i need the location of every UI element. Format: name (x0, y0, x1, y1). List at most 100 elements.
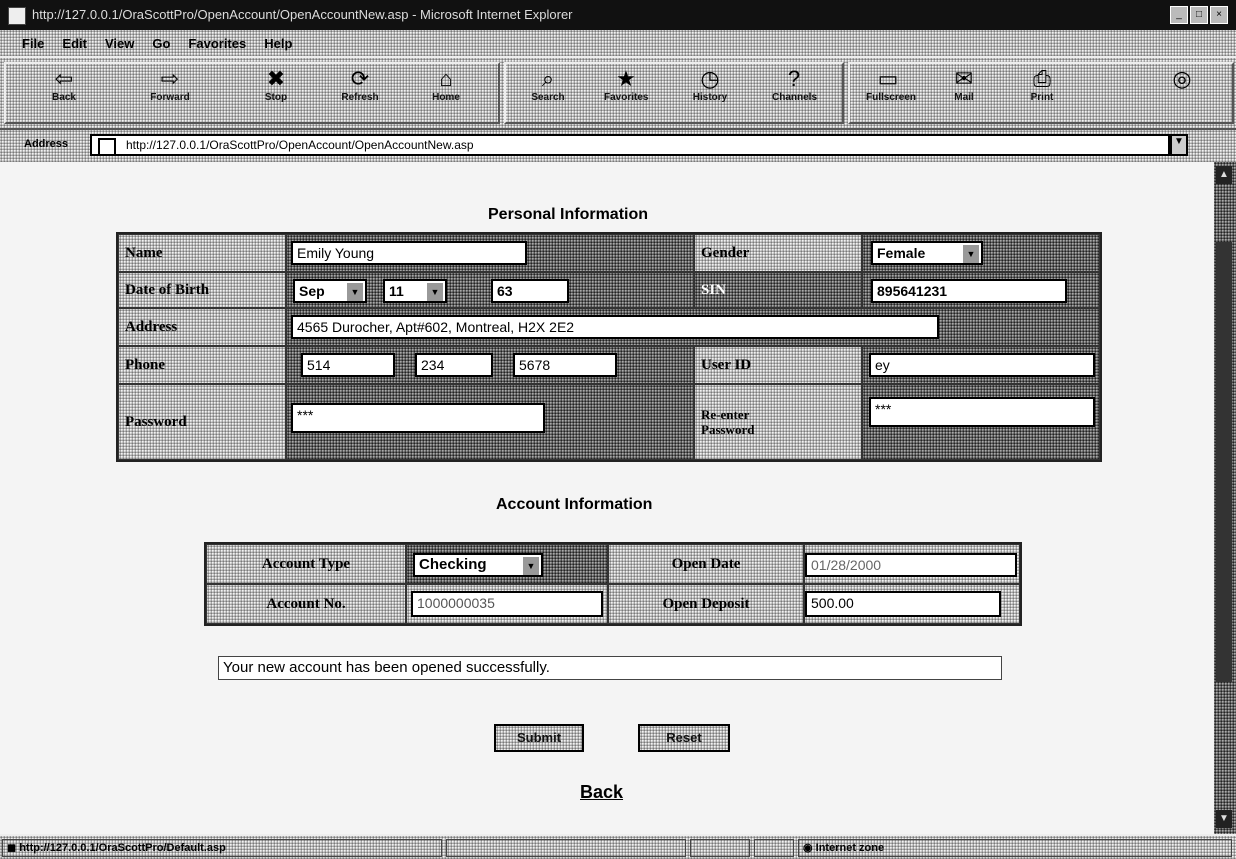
stop-button[interactable]: ✖ Stop (254, 66, 298, 114)
userid-label: User ID (694, 346, 862, 384)
status-zone: ◉ Internet zone (798, 839, 1232, 857)
address-field-label: Address (118, 308, 286, 346)
personal-info-title: Personal Information (488, 206, 649, 223)
print-button[interactable]: ⎙ Print (1020, 66, 1064, 114)
globe-icon: ◉ (803, 842, 816, 854)
account-type-select[interactable]: Checking ▼ (413, 553, 543, 577)
search-icon: ⌕ (541, 66, 555, 91)
refresh-button[interactable]: ⟳ Refresh (338, 66, 382, 114)
address-field-cell: 4565 Durocher, Apt#602, Montreal, H2X 2E… (286, 308, 1100, 346)
dob-year-input[interactable]: 63 (491, 279, 569, 303)
password-label: Password (118, 384, 286, 460)
home-button[interactable]: ⌂ Home (424, 66, 468, 114)
submit-button[interactable]: Submit (494, 724, 584, 752)
page-content: Personal Information Name Emily Young Ge… (0, 162, 1214, 834)
menu-view[interactable]: View (105, 36, 134, 51)
menu-file[interactable]: File (22, 36, 44, 51)
name-input[interactable]: Emily Young (291, 241, 527, 265)
window-title: http://127.0.0.1/OraScottPro/OpenAccount… (32, 7, 573, 22)
refresh-icon: ⟳ (350, 66, 370, 91)
address-field-input[interactable]: 4565 Durocher, Apt#602, Montreal, H2X 2E… (291, 315, 939, 339)
reenter-password-label: Re-enter Password (694, 384, 862, 460)
back-link[interactable]: Back (580, 782, 623, 803)
reenter-password-cell: *** (862, 384, 1100, 460)
open-deposit-input[interactable]: 500.00 (805, 591, 1001, 617)
phone-line-input[interactable]: 5678 (513, 353, 617, 377)
scrollbar-thumb[interactable] (1216, 242, 1232, 682)
status-message: Your new account has been opened success… (218, 656, 1002, 680)
search-button[interactable]: ⌕ Search (526, 66, 570, 114)
address-input[interactable]: http://127.0.0.1/OraScottPro/OpenAccount… (90, 134, 1170, 156)
history-icon: ◷ (700, 66, 720, 91)
menu-go[interactable]: Go (152, 36, 170, 51)
menu-bar: File Edit View Go Favorites Help (0, 30, 1236, 56)
menu-help[interactable]: Help (264, 36, 292, 51)
maximize-icon[interactable]: □ (1190, 6, 1208, 24)
forward-arrow-icon: ⇨ (160, 66, 180, 91)
personal-info-table: Name Emily Young Gender Female ▼ Date of… (116, 232, 1102, 462)
name-cell: Emily Young (286, 234, 694, 272)
vertical-scrollbar[interactable]: ▲ ▼ (1214, 162, 1236, 834)
gender-select[interactable]: Female ▼ (871, 241, 983, 265)
home-icon: ⌂ (439, 66, 453, 91)
account-info-title: Account Information (496, 496, 653, 513)
forward-button[interactable]: ⇨ Forward (148, 66, 192, 114)
chevron-down-icon: ▼ (346, 282, 364, 301)
toolbar: ⇦ Back ⇨ Forward ✖ Stop ⟳ Refresh ⌂ Home… (0, 56, 1236, 130)
history-button[interactable]: ◷ History (688, 66, 732, 114)
sin-label: SIN (694, 272, 862, 308)
scroll-up-icon[interactable]: ▲ (1216, 166, 1232, 184)
dob-month-select[interactable]: Sep ▼ (293, 279, 367, 303)
account-number-cell: 1000000035 (406, 584, 608, 624)
name-label: Name (118, 234, 286, 272)
status-page-icon: ◼ (7, 842, 20, 854)
status-bar: ◼ http://127.0.0.1/OraScottPro/Default.a… (0, 834, 1236, 859)
minimize-icon[interactable]: _ (1170, 6, 1188, 24)
address-bar: Address http://127.0.0.1/OraScottPro/Ope… (0, 130, 1236, 162)
mail-icon: ✉ (954, 66, 974, 91)
open-date-label: Open Date (608, 544, 804, 584)
chevron-down-icon: ▼ (962, 244, 980, 263)
close-icon[interactable]: × (1210, 6, 1228, 24)
gender-label: Gender (694, 234, 862, 272)
favorites-button[interactable]: ★ Favorites (604, 66, 648, 114)
address-label: Address (24, 138, 69, 150)
chevron-down-icon: ▼ (426, 282, 444, 301)
back-button[interactable]: ⇦ Back (42, 66, 86, 114)
status-url: ◼ http://127.0.0.1/OraScottPro/Default.a… (2, 839, 442, 857)
menu-edit[interactable]: Edit (62, 36, 87, 51)
channels-button[interactable]: ? Channels (772, 66, 817, 114)
userid-cell: ey (862, 346, 1100, 384)
sin-input[interactable]: 895641231 (871, 279, 1067, 303)
title-bar: http://127.0.0.1/OraScottPro/OpenAccount… (0, 0, 1236, 30)
address-dropdown-icon[interactable]: ▼ (1170, 134, 1188, 156)
account-type-label: Account Type (206, 544, 406, 584)
phone-label: Phone (118, 346, 286, 384)
phone-prefix-input[interactable]: 234 (415, 353, 493, 377)
sin-cell: 895641231 (862, 272, 1100, 308)
channels-icon: ? (787, 66, 801, 91)
chevron-down-icon: ▼ (522, 556, 540, 575)
phone-cell: 514 234 5678 (286, 346, 694, 384)
password-input[interactable]: *** (291, 403, 545, 433)
favorites-icon: ★ (616, 66, 636, 91)
scroll-down-icon[interactable]: ▼ (1216, 810, 1232, 828)
account-number-label: Account No. (206, 584, 406, 624)
menu-favorites[interactable]: Favorites (188, 36, 246, 51)
account-type-cell: Checking ▼ (406, 544, 608, 584)
fullscreen-button[interactable]: ▭ Fullscreen (866, 66, 916, 114)
print-icon: ⎙ (1033, 66, 1051, 91)
ie-logo-icon (8, 7, 26, 25)
userid-input[interactable]: ey (869, 353, 1095, 377)
phone-area-input[interactable]: 514 (301, 353, 395, 377)
dob-cell: Sep ▼ 11 ▼ 63 (286, 272, 694, 308)
open-deposit-cell: 500.00 (804, 584, 1020, 624)
reenter-password-input[interactable]: *** (869, 397, 1095, 427)
status-pane-2 (446, 839, 686, 857)
dob-label: Date of Birth (118, 272, 286, 308)
reset-button[interactable]: Reset (638, 724, 730, 752)
open-date-cell: 01/28/2000 (804, 544, 1020, 584)
account-number-input: 1000000035 (411, 591, 603, 617)
mail-button[interactable]: ✉ Mail (942, 66, 986, 114)
dob-day-select[interactable]: 11 ▼ (383, 279, 447, 303)
